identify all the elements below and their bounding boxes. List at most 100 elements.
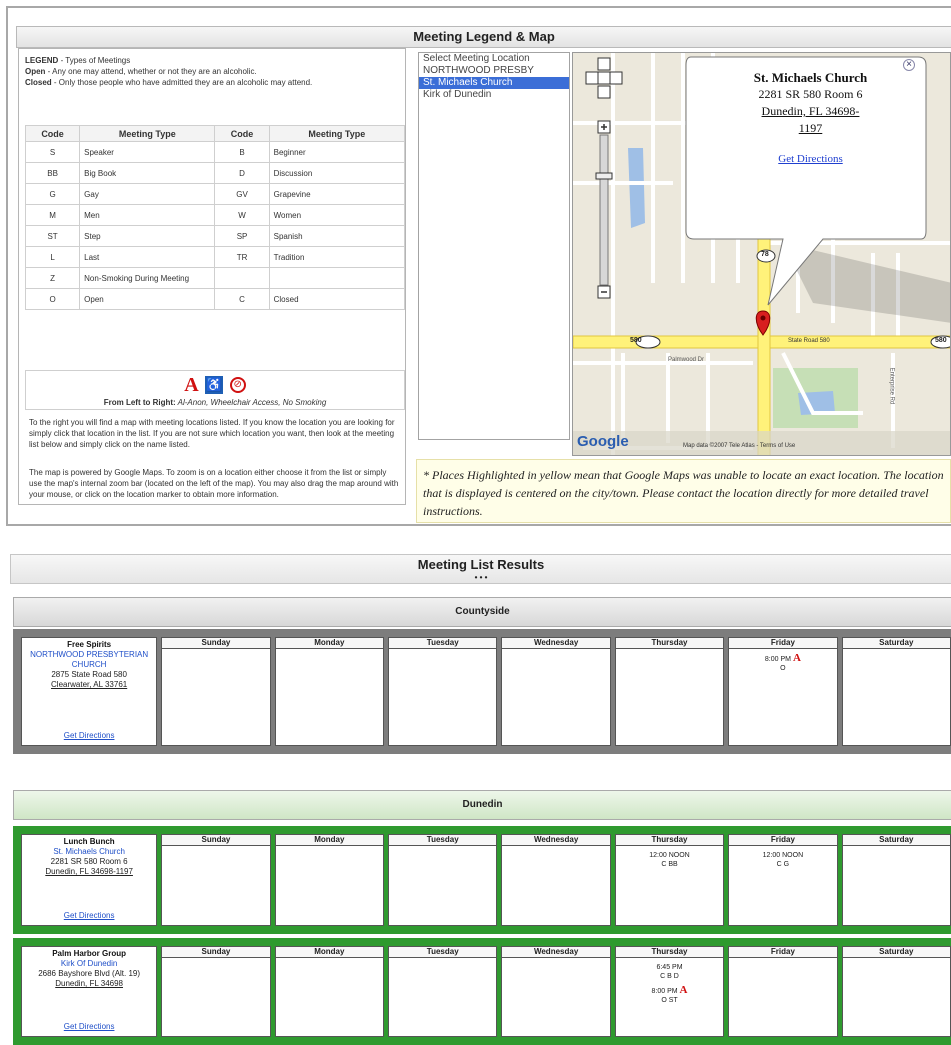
meeting-location-link[interactable]: NORTHWOOD PRESBYTERIAN CHURCH <box>22 650 156 670</box>
day-header: Monday <box>275 835 384 846</box>
code-table-row: L Last TR Tradition <box>24 246 406 268</box>
day-header: Wednesday <box>502 638 610 649</box>
get-directions-link[interactable]: Get Directions <box>22 1022 156 1032</box>
meeting-location-link[interactable]: St. Michaels Church <box>22 847 156 857</box>
day-cell-friday: Friday 8:00 PM AO <box>728 637 838 746</box>
meeting-time: 6:45 PM <box>656 964 683 971</box>
day-header: Saturday <box>842 638 950 649</box>
meeting-time-entry: 12:00 NOON C BB <box>616 851 723 869</box>
code-table-row: Z Non-Smoking During Meeting <box>24 267 406 289</box>
location-option-st-michaels[interactable]: St. Michaels Church <box>419 77 569 89</box>
day-content <box>616 649 723 654</box>
day-header: Saturday <box>842 947 950 958</box>
info-window-address: 2281 SR 580 Room 6 <box>758 87 863 101</box>
meeting-info-cell: Lunch Bunch St. Michaels Church 2281 SR 58… <box>21 834 158 926</box>
icon-caption: From Left to Right: Al-Anon, Wheelchair … <box>26 398 404 407</box>
info-window-close-icon[interactable]: × <box>903 59 915 71</box>
day-cell-tuesday: Tuesday <box>388 946 498 1037</box>
day-cell-thursday: Thursday <box>614 637 725 746</box>
day-content <box>162 846 269 851</box>
day-header: Sunday <box>162 947 270 958</box>
meeting-address: 2281 SR 580 Room 6 <box>50 857 128 866</box>
state-road-580-label: State Road 580 <box>788 338 830 344</box>
meeting-time: 12:00 NOON <box>762 852 804 859</box>
meeting-code: C <box>214 288 270 310</box>
meeting-code: B <box>214 141 270 163</box>
meeting-type: Women <box>268 204 406 226</box>
location-option-placeholder[interactable]: Select Meeting Location <box>419 53 569 65</box>
location-select-list[interactable]: Select Meeting Location NORTHWOOD PRESBY… <box>418 52 570 440</box>
meeting-code: L <box>24 246 81 268</box>
day-header: Wednesday <box>502 835 610 846</box>
day-content <box>162 958 269 963</box>
day-content <box>162 649 269 654</box>
al-anon-icon: A <box>184 374 199 396</box>
meeting-code: BB <box>24 162 81 184</box>
day-cell-wednesday: Wednesday <box>501 946 611 1037</box>
day-header: Sunday <box>162 835 270 846</box>
open-text: - Any one may attend, whether or not the… <box>45 67 257 76</box>
group-header-countyside: Countyside <box>13 597 951 627</box>
meeting-block: Lunch Bunch St. Michaels Church 2281 SR 58… <box>13 826 951 934</box>
day-cell-friday: Friday 12:00 NOON C G <box>728 834 838 926</box>
day-cell-wednesday: Wednesday <box>501 834 611 926</box>
day-header: Tuesday <box>389 638 497 649</box>
al-anon-icon: A <box>679 984 688 996</box>
meeting-type: Grapevine <box>268 183 406 205</box>
meeting-codes: O ST <box>661 997 678 1004</box>
meeting-type: Last <box>79 246 216 268</box>
meeting-type: Spanish <box>268 225 406 247</box>
day-header: Thursday <box>615 947 724 958</box>
day-cell-thursday: Thursday 12:00 NOON C BB <box>614 834 725 926</box>
day-cell-sunday: Sunday <box>161 834 271 926</box>
info-window-title: St. Michaels Church <box>753 70 868 85</box>
street-label: Enterprise Rd <box>888 367 895 405</box>
day-header: Friday <box>729 947 837 958</box>
meeting-code: W <box>214 204 270 226</box>
meeting-address: 2686 Bayshore Blvd (Alt. 19) <box>38 969 141 978</box>
day-header: Monday <box>275 638 384 649</box>
meeting-code: M <box>24 204 81 226</box>
get-directions-link[interactable]: Get Directions <box>22 731 156 741</box>
map-copyright: Map data ©2007 Tele Atlas - Terms of Use <box>683 443 796 449</box>
meeting-codes: C G <box>776 861 790 868</box>
day-cell-monday: Monday <box>274 946 385 1037</box>
day-content <box>389 846 496 851</box>
day-content <box>502 846 609 851</box>
day-header: Tuesday <box>389 947 497 958</box>
info-window-directions-link[interactable]: Get Directions <box>703 151 918 168</box>
legend-icon-row: A ♿ ⊘ From Left to Right: Al-Anon, Wheel… <box>25 370 405 410</box>
meeting-type: Non-Smoking During Meeting <box>79 267 216 289</box>
day-cell-saturday: Saturday <box>841 637 951 746</box>
get-directions-link[interactable]: Get Directions <box>22 911 156 921</box>
legend-intro: LEGEND - Types of Meetings Open - Any on… <box>19 49 405 92</box>
meeting-type: Men <box>79 204 216 226</box>
meeting-time-entry: 8:00 PM AO ST <box>616 984 723 1005</box>
legend-panel: LEGEND - Types of Meetings Open - Any on… <box>18 48 406 505</box>
location-option-kirk-of-dunedin[interactable]: Kirk of Dunedin <box>419 89 569 101</box>
legend-paragraph-map-usage: To the right you will find a map with me… <box>29 418 395 449</box>
meeting-location-link[interactable]: Kirk Of Dunedin <box>22 959 156 969</box>
day-header: Sunday <box>162 638 270 649</box>
info-window-city: Dunedin, FL 34698- <box>761 104 860 118</box>
meeting-time: 8:00 PM <box>651 988 678 995</box>
group-name[interactable]: Lunch Bunch <box>22 837 156 847</box>
meeting-block: Palm Harbor Group Kirk Of Dunedin 2686 Bay… <box>13 938 951 1045</box>
google-map[interactable]: 580 580 78 State Road 580 Palmwood Dr En… <box>572 52 951 456</box>
meeting-code <box>214 267 270 289</box>
location-option-northwood[interactable]: NORTHWOOD PRESBY <box>419 65 569 77</box>
day-cell-tuesday: Tuesday <box>388 834 498 926</box>
meeting-code: GV <box>214 183 270 205</box>
group-name[interactable]: Palm Harbor Group <box>22 949 156 959</box>
group-name[interactable]: Free Spirits <box>22 640 156 650</box>
yellow-highlight-note: * Places Highlighted in yellow mean that… <box>416 459 951 523</box>
day-header: Friday <box>729 638 837 649</box>
day-header: Saturday <box>842 835 950 846</box>
meeting-code: Z <box>24 267 81 289</box>
icon-caption-italic: Al-Anon, Wheelchair Access, No Smoking <box>175 398 327 407</box>
meeting-list-results-dots: • • • <box>474 573 488 582</box>
meeting-codes: C BB <box>661 861 678 868</box>
day-content <box>276 649 383 654</box>
meeting-codes: O <box>780 665 786 672</box>
icon-caption-bold: From Left to Right: <box>103 398 176 407</box>
